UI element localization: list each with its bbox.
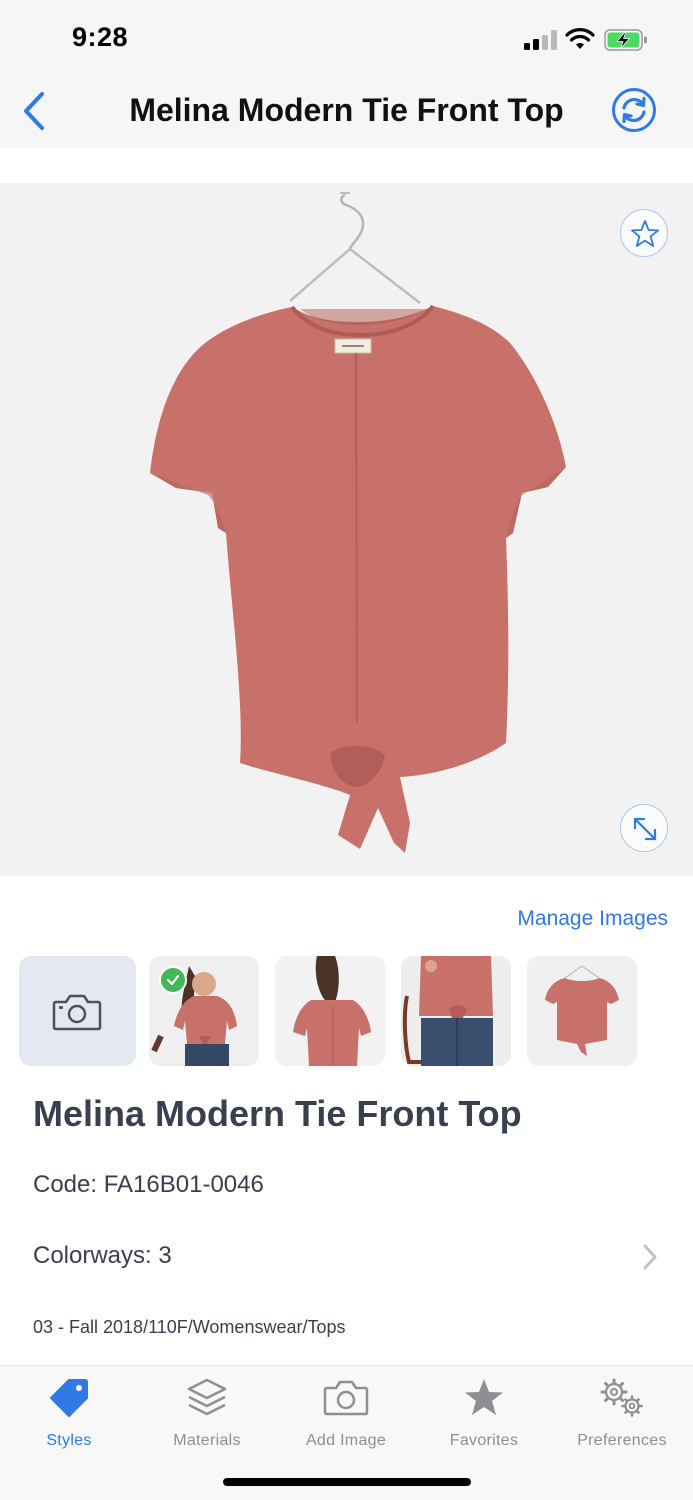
image-thumbnails [19, 956, 679, 1066]
shirt-image [150, 192, 566, 853]
product-path: 03 - Fall 2018/110F/Womenswear/Tops [33, 1317, 346, 1337]
sync-icon [612, 88, 656, 132]
gears-icon [600, 1378, 643, 1417]
tab-label: Styles [46, 1432, 92, 1449]
colorways-label: Colorways: 3 [33, 1242, 172, 1269]
tab-label: Add Image [305, 1432, 387, 1449]
tab-label: Preferences [577, 1432, 667, 1449]
tab-add-image[interactable]: Add Image [277, 1374, 415, 1454]
wifi-icon [565, 28, 595, 49]
chevron-right-icon [643, 1244, 657, 1270]
battery-charging-icon [604, 29, 647, 51]
tab-styles[interactable]: Styles [0, 1374, 138, 1454]
product-hero-image[interactable] [0, 183, 693, 876]
selected-check-badge [159, 966, 187, 994]
expand-image-button[interactable] [620, 804, 668, 852]
colorways-row[interactable]: Colorways: 3 [0, 1225, 693, 1289]
page-title: Melina Modern Tie Front Top [129, 92, 564, 128]
home-indicator [223, 1478, 471, 1486]
hanger-shirt-image [527, 956, 637, 1066]
camera-icon [52, 994, 102, 1031]
model-back-image [275, 956, 385, 1066]
camera-icon [323, 1380, 369, 1416]
expand-arrows-icon [633, 817, 657, 841]
product-title: Melina Modern Tie Front Top [33, 1093, 522, 1134]
thumbnail-image[interactable] [275, 956, 385, 1066]
favorite-button[interactable] [620, 209, 668, 257]
status-bar: 9:28 [0, 0, 693, 74]
thumbnail-image[interactable] [527, 956, 637, 1066]
tab-preferences[interactable]: Preferences [553, 1374, 691, 1454]
model-jeans-image [401, 956, 511, 1066]
tab-label: Materials [173, 1432, 241, 1449]
tab-materials[interactable]: Materials [138, 1374, 276, 1454]
manage-images-link[interactable]: Manage Images [517, 907, 668, 931]
tab-favorites[interactable]: Favorites [415, 1374, 553, 1454]
status-time: 9:28 [72, 22, 129, 52]
tab-label: Favorites [449, 1432, 519, 1449]
star-icon [465, 1379, 503, 1415]
layers-icon [187, 1378, 227, 1416]
sync-button[interactable] [611, 87, 657, 133]
product-code: Code: FA16B01-0046 [33, 1171, 264, 1198]
cellular-signal-icon [524, 30, 558, 50]
star-outline-icon [631, 220, 659, 247]
nav-bar: Melina Modern Tie Front Top [0, 74, 693, 148]
tag-icon [50, 1379, 88, 1417]
checkmark-icon [166, 974, 180, 986]
thumbnail-image[interactable] [149, 956, 259, 1066]
thumbnail-image[interactable] [401, 956, 511, 1066]
add-photo-thumbnail[interactable] [19, 956, 136, 1066]
